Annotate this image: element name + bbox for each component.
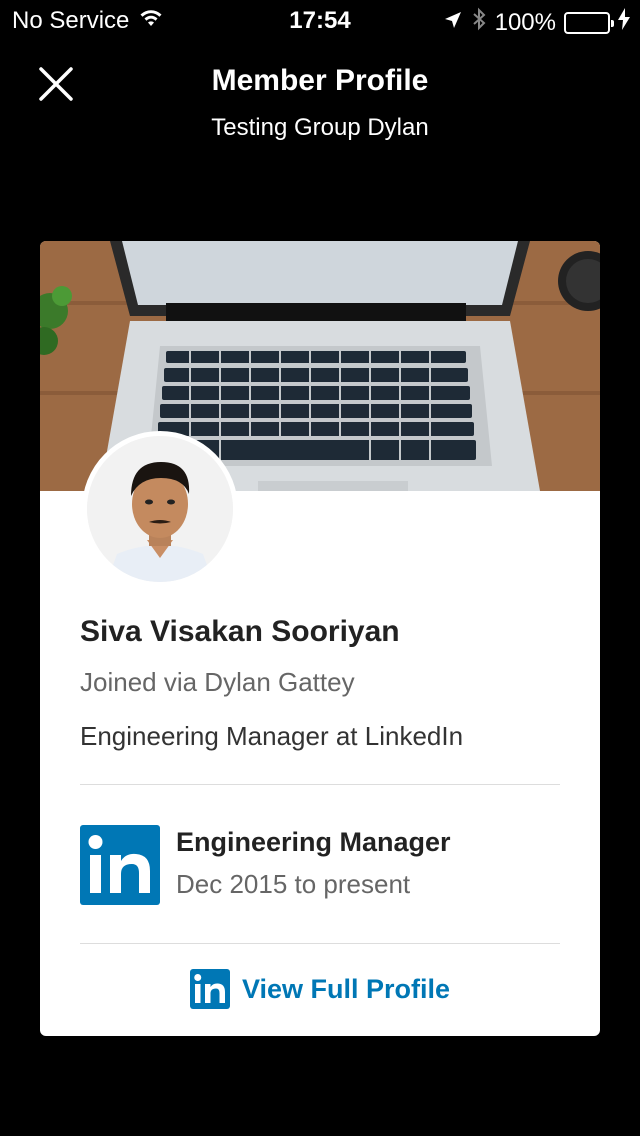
battery-icon xyxy=(564,11,614,34)
divider xyxy=(80,943,560,944)
divider xyxy=(80,784,560,785)
page-title: Member Profile xyxy=(211,64,429,97)
status-bar: No Service 17:54 100% xyxy=(0,0,640,40)
view-full-profile-button[interactable]: View Full Profile xyxy=(40,959,600,1019)
avatar[interactable] xyxy=(82,431,238,587)
location-arrow-icon xyxy=(443,9,463,37)
battery-percent: 100% xyxy=(494,8,556,36)
position-title: Engineering Manager xyxy=(176,827,451,857)
header: Member Profile Testing Group Dylan xyxy=(0,52,640,152)
position-item: Engineering Manager Dec 2015 to present xyxy=(80,825,560,905)
profile-card: Siva Visakan Sooriyan Joined via Dylan G… xyxy=(40,241,600,1036)
linkedin-logo-icon xyxy=(80,825,160,905)
charging-icon xyxy=(618,8,630,37)
view-full-profile-label: View Full Profile xyxy=(241,973,451,1004)
position-dates: Dec 2015 to present xyxy=(176,869,411,899)
page-subtitle: Testing Group Dylan xyxy=(211,114,429,141)
status-right: 100% xyxy=(443,7,630,38)
joined-via: Joined via Dylan Gattey xyxy=(80,667,355,697)
linkedin-logo-icon xyxy=(189,969,230,1009)
bluetooth-icon xyxy=(471,7,487,38)
member-name: Siva Visakan Sooriyan xyxy=(80,615,400,648)
member-headline: Engineering Manager at LinkedIn xyxy=(80,721,464,751)
